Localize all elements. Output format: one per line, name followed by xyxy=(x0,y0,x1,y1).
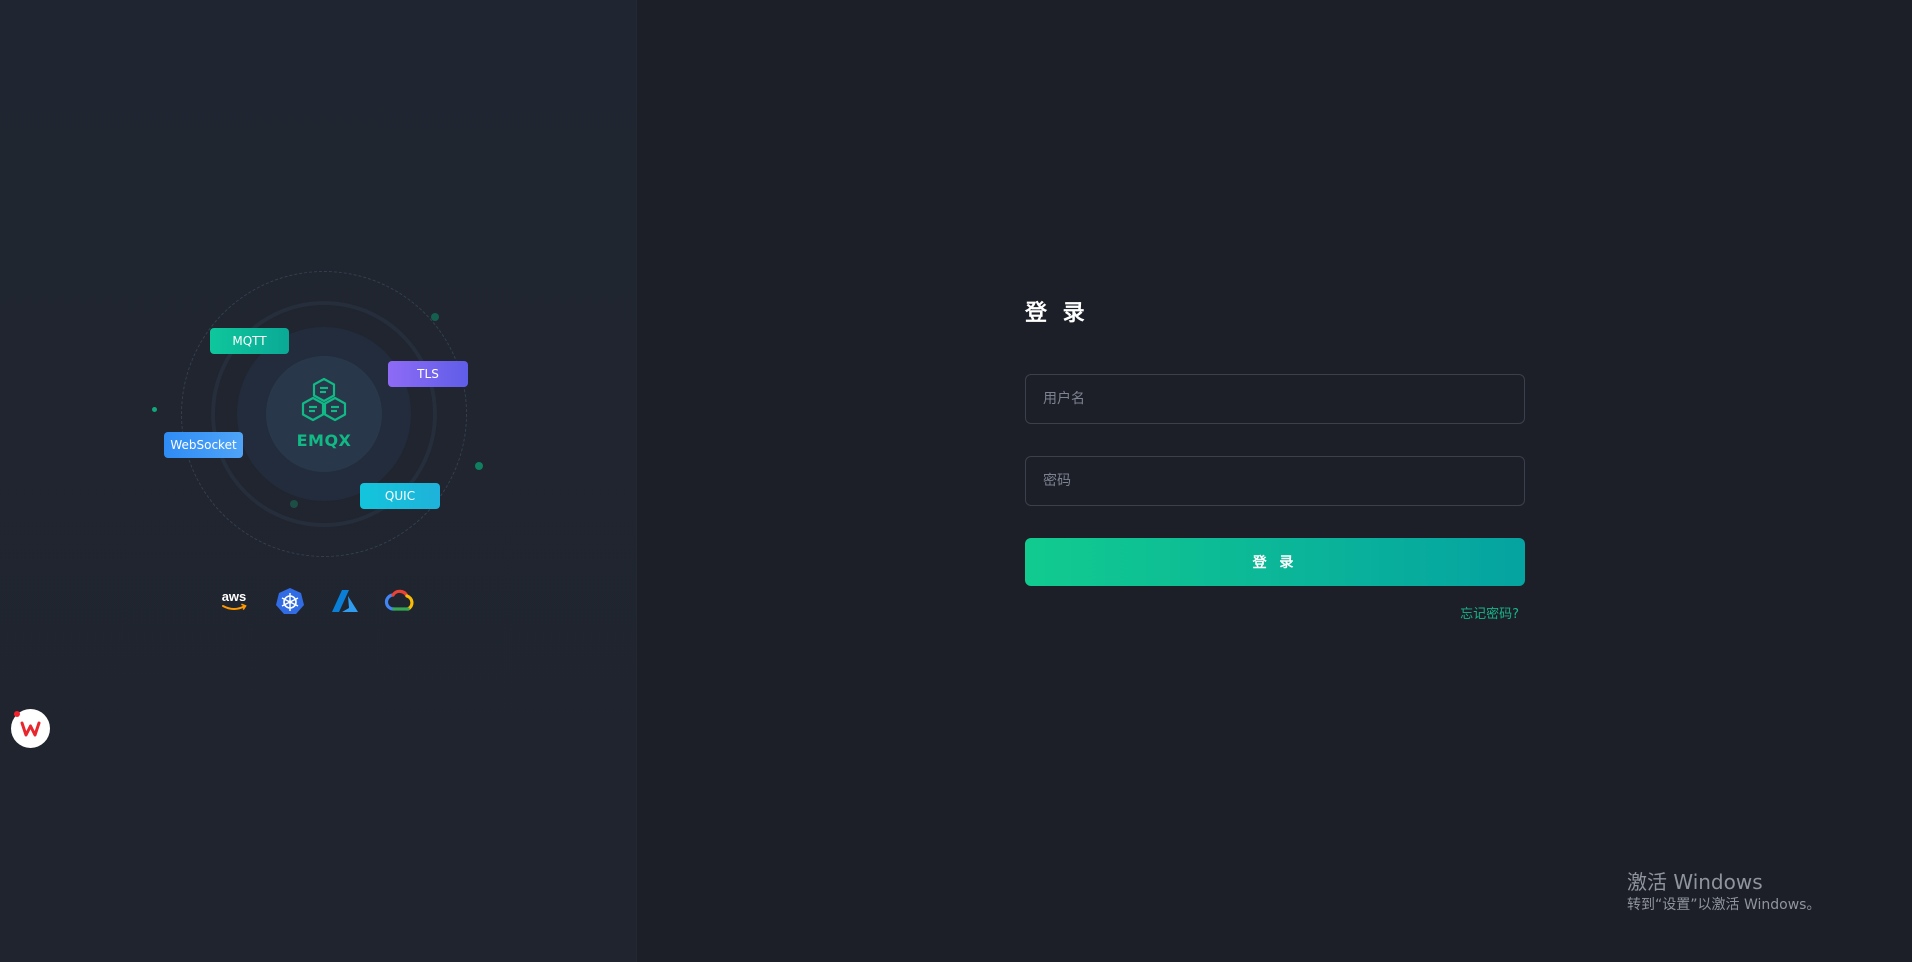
cloud-providers: aws xyxy=(218,587,418,615)
forgot-password-link[interactable]: 忘记密码? xyxy=(1460,607,1519,622)
protocol-badge-websocket: WebSocket xyxy=(164,432,243,458)
protocol-badge-tls: TLS xyxy=(388,361,468,387)
notification-dot xyxy=(14,711,20,717)
watermark-subtitle: 转到“设置”以激活 Windows。 xyxy=(1627,897,1821,913)
password-field xyxy=(1025,456,1525,506)
decor-dot xyxy=(152,407,157,412)
forgot-row: 忘记密码? xyxy=(1025,603,1525,622)
wps-floating-button[interactable] xyxy=(11,709,50,748)
protocol-badge-mqtt: MQTT xyxy=(210,328,289,354)
watermark-title: 激活 Windows xyxy=(1627,870,1763,894)
username-field xyxy=(1025,374,1525,424)
aws-icon: aws xyxy=(222,589,247,610)
azure-icon xyxy=(332,590,358,612)
protocol-badge-quic: QUIC xyxy=(360,483,440,509)
kubernetes-icon xyxy=(276,588,304,614)
decor-dot xyxy=(290,500,298,508)
login-form: 登 录 登 录 忘记密码? xyxy=(1025,298,1525,622)
login-button[interactable]: 登 录 xyxy=(1025,538,1525,586)
decor-dot xyxy=(431,313,439,321)
protocol-illustration: EMQX MQTT TLS WebSocket QUIC xyxy=(145,265,495,565)
username-input[interactable] xyxy=(1041,390,1509,408)
emqx-logo-icon xyxy=(301,377,347,422)
windows-activation-watermark: 激活 Windows 转到“设置”以激活 Windows。 xyxy=(1627,869,1820,915)
brand-panel: EMQX MQTT TLS WebSocket QUIC aws xyxy=(0,0,637,962)
password-input[interactable] xyxy=(1041,472,1509,490)
login-page: EMQX MQTT TLS WebSocket QUIC aws 登 录 用户名… xyxy=(0,0,1912,962)
google-cloud-icon xyxy=(384,589,414,611)
decor-dot xyxy=(475,462,483,470)
aws-wordmark: aws xyxy=(222,589,247,604)
login-title: 登 录 xyxy=(1025,301,1089,326)
brand-name: EMQX xyxy=(296,431,352,450)
